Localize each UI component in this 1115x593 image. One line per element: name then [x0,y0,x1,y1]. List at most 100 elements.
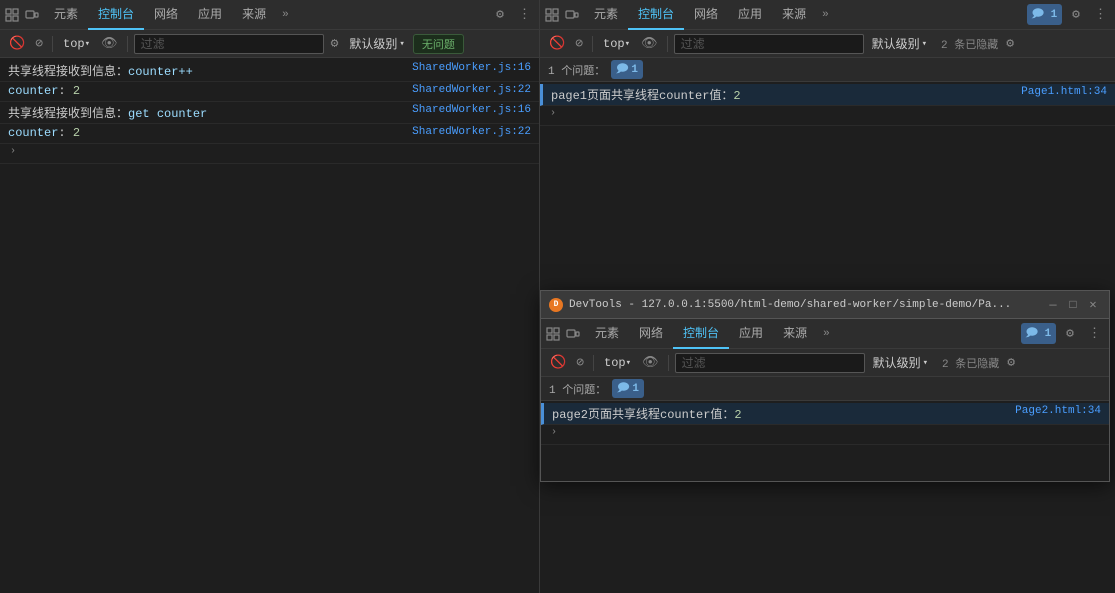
eye-icon[interactable]: 👁 [98,34,121,53]
more-tabs-icon[interactable]: » [276,9,295,21]
console-row: 共享线程接收到信息：counter++ SharedWorker.js:16 [0,60,539,82]
expand-arrow[interactable]: › [8,146,18,157]
tab-elements[interactable]: 元素 [44,0,88,30]
context-dropdown[interactable]: top ▾ [59,37,94,51]
device-icon-right[interactable] [564,7,580,23]
floating-expand-row: › [541,425,1109,445]
floating-eye-icon[interactable]: 👁 [639,353,662,372]
floating-sep2 [668,355,669,371]
floating-console-content: page2页面共享线程counter值：2 Page2.html:34 › [541,401,1109,481]
right-filter-input[interactable] [674,34,864,54]
inspect-icon[interactable] [4,7,20,23]
level-label: 默认级别 [349,35,397,52]
right-tab-sources[interactable]: 来源 [772,0,816,30]
issues-count: 1 [631,64,638,76]
right-tab-application[interactable]: 应用 [728,0,772,30]
console-text-info: page1页面共享线程counter值：2 [551,86,1021,103]
right-settings-btn[interactable]: ⚙ [1068,5,1084,24]
tab-sources[interactable]: 来源 [232,0,276,30]
right-level-dropdown[interactable]: 默认级别 ▾ [868,35,931,52]
tab-network[interactable]: 网络 [144,0,188,30]
block-icon[interactable]: 🚫 [6,34,28,53]
right-more-tabs[interactable]: » [816,9,835,21]
console-text: counter: 2 [8,126,412,140]
floating-clear-icon[interactable]: ⊘ [573,353,587,372]
floating-issues-badge[interactable]: 🗩 1 [612,379,644,398]
floating-level-chevron: ▾ [923,358,928,368]
settings-button[interactable]: ⚙ [492,5,508,24]
issues-icon: 🗩 [616,60,628,79]
floating-filter-input[interactable] [675,353,865,373]
right-console-link[interactable]: Page1.html:34 [1021,86,1107,98]
console-row-info: page1页面共享线程counter值：2 Page1.html:34 [540,84,1115,106]
floating-issues-label: 1 个问题： [549,381,606,397]
floating-issues-count: 1 [632,383,639,395]
floating-block-icon[interactable]: 🚫 [547,353,569,372]
issues-badge-count: 1 [1051,9,1058,21]
right-context-dropdown[interactable]: top ▾ [599,37,634,51]
console-link[interactable]: SharedWorker.js:22 [412,84,531,96]
right-hidden-count: 2 条已隐藏 [941,36,998,52]
right-tab-network[interactable]: 网络 [684,0,728,30]
right-tab-bar: 元素 控制台 网络 应用 来源 » 🗩 1 ⚙ ⋮ [540,0,1115,30]
right-level-chevron: ▾ [922,39,927,49]
floating-badge-btn[interactable]: 🗩 1 [1021,323,1056,344]
floating-tab-elements[interactable]: 元素 [585,319,629,349]
floating-console-link[interactable]: Page2.html:34 [1015,405,1101,417]
right-clear-icon[interactable]: ⊘ [572,34,586,53]
right-more-btn[interactable]: ⋮ [1090,5,1111,24]
right-issues-badge[interactable]: 🗩 1 [611,60,643,79]
issues-badge-btn[interactable]: 🗩 1 [1027,4,1062,25]
floating-console-text: page2页面共享线程counter值：2 [552,405,1015,422]
floating-tab-sources[interactable]: 来源 [773,319,817,349]
console-expand-row: › [0,144,539,164]
restore-button[interactable]: □ [1065,297,1081,313]
device-icon[interactable] [24,7,40,23]
window-controls: — □ ✕ [1045,297,1101,313]
console-link[interactable]: SharedWorker.js:16 [412,104,531,116]
floating-expand-arrow[interactable]: › [549,427,559,438]
floating-more-tabs[interactable]: » [817,328,836,340]
inspect-icon-right[interactable] [544,7,560,23]
floating-tab-bar: 元素 网络 控制台 应用 来源 » 🗩 1 ⚙ ⋮ [541,319,1109,349]
right-toolbar-sep2 [667,36,668,52]
floating-settings-btn[interactable]: ⚙ [1062,324,1078,343]
console-link[interactable]: SharedWorker.js:16 [412,62,531,74]
floating-issues-icon: 🗩 [617,379,629,398]
left-toolbar: 🚫 ⊘ top ▾ 👁 ⚙ 默认级别 ▾ 无问题 [0,30,539,58]
right-tab-console[interactable]: 控制台 [628,0,684,30]
console-row: counter: 2 SharedWorker.js:22 [0,82,539,102]
issues-badge-icon: 🗩 [1032,9,1044,21]
gear-icon[interactable]: ⚙ [328,34,342,53]
floating-toolbar-settings[interactable]: ⚙ [1007,355,1015,370]
console-link[interactable]: SharedWorker.js:22 [412,126,531,138]
floating-inspect-icon[interactable] [545,326,561,342]
floating-hidden-count: 2 条已隐藏 [942,355,999,371]
left-panel: 元素 控制台 网络 应用 来源 » ⚙ ⋮ 🚫 ⊘ top ▾ 👁 ⚙ [0,0,540,593]
tab-console[interactable]: 控制台 [88,0,144,30]
right-level-label: 默认级别 [872,35,920,52]
right-expand-arrow[interactable]: › [548,108,558,119]
floating-more-btn[interactable]: ⋮ [1084,324,1105,343]
right-block-icon[interactable]: 🚫 [546,34,568,53]
right-eye-icon[interactable]: 👁 [638,34,661,53]
window-favicon: D [549,298,563,312]
floating-tab-console[interactable]: 控制台 [673,319,729,349]
tab-application[interactable]: 应用 [188,0,232,30]
floating-level-dropdown[interactable]: 默认级别 ▾ [869,354,932,371]
floating-tab-network[interactable]: 网络 [629,319,673,349]
right-expand-row: › [540,106,1115,126]
floating-badge-count: 1 [1045,328,1052,340]
minimize-button[interactable]: — [1045,297,1061,313]
right-tab-elements[interactable]: 元素 [584,0,628,30]
level-chevron-icon: ▾ [399,39,404,49]
more-options-button[interactable]: ⋮ [514,5,535,24]
filter-input[interactable] [134,34,324,54]
level-dropdown[interactable]: 默认级别 ▾ [345,35,408,52]
right-toolbar-settings[interactable]: ⚙ [1006,36,1014,51]
floating-context-dropdown[interactable]: top ▾ [600,356,635,370]
close-button[interactable]: ✕ [1085,297,1101,313]
clear-icon[interactable]: ⊘ [32,34,46,53]
floating-device-icon[interactable] [565,326,581,342]
floating-tab-application[interactable]: 应用 [729,319,773,349]
